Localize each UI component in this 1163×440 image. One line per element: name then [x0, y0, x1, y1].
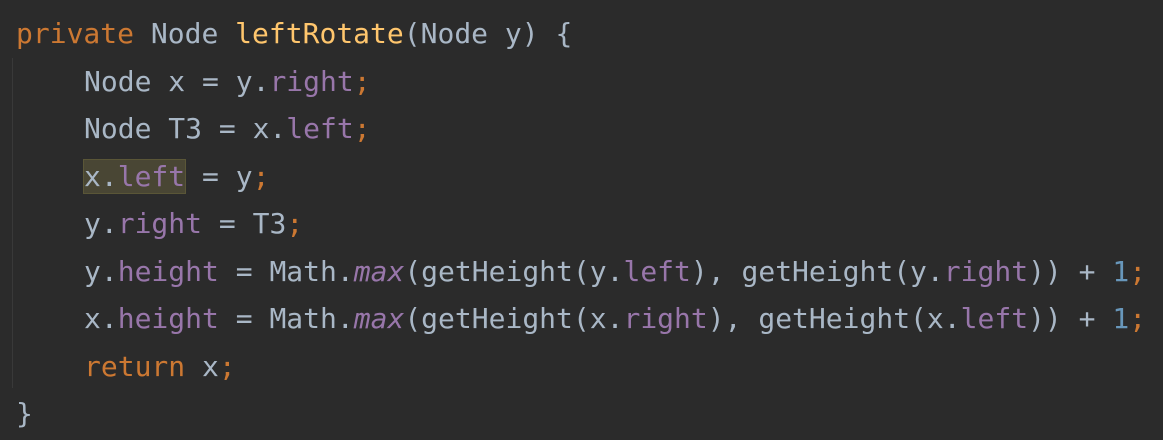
semicolon: ; [353, 64, 371, 98]
code-line-6[interactable]: y.height = Math.max(getHeight(y.left), g… [16, 248, 1146, 296]
return-type: Node [150, 17, 219, 50]
keyword-private: private [16, 17, 135, 50]
field-ref: left [623, 254, 691, 288]
code-block[interactable]: private Node leftRotate(Node y) { Node x… [16, 10, 1146, 438]
code-text: )) + [1028, 254, 1113, 288]
field-ref: right [623, 302, 708, 335]
field-ref: right [269, 64, 354, 98]
semicolon: ; [353, 112, 371, 145]
semicolon: ; [286, 207, 304, 240]
code-text: x. [84, 159, 118, 193]
code-line-1[interactable]: private Node leftRotate(Node y) { [16, 10, 1146, 58]
keyword-return: return [84, 349, 186, 383]
field-ref: right [943, 254, 1029, 288]
semicolon: ; [218, 349, 236, 383]
number-literal: 1 [1112, 302, 1130, 335]
field-ref: left [286, 112, 354, 145]
code-text: Node T3 = x. [84, 112, 287, 145]
static-method-max: max [353, 254, 405, 288]
code-text: x. [84, 302, 118, 335]
field-ref: height [117, 302, 219, 335]
code-text: )) + [1028, 302, 1113, 335]
field-ref: left [117, 159, 186, 193]
field-ref: left [960, 302, 1029, 335]
code-text: = Math. [218, 302, 354, 335]
highlighted-expression: x.left [82, 158, 187, 194]
code-text: x [185, 349, 219, 383]
method-name: leftRotate [235, 17, 404, 50]
semicolon: ; [1129, 302, 1147, 335]
field-ref: right [117, 207, 203, 240]
code-text: ), getHeight(x. [707, 302, 961, 335]
code-text: = T3 [202, 207, 287, 240]
code-line-3[interactable]: Node T3 = x.left; [16, 105, 1146, 153]
code-line-2[interactable]: Node x = y.right; [16, 58, 1146, 106]
static-method-max: max [353, 302, 405, 335]
code-line-8[interactable]: return x; [16, 343, 1146, 391]
code-text: (getHeight(x. [404, 302, 624, 335]
semicolon: ; [252, 159, 270, 193]
code-text: y. [84, 207, 118, 240]
code-text: ), getHeight(y. [690, 254, 944, 288]
code-text: = y [185, 159, 253, 193]
code-text: = Math. [218, 254, 354, 288]
closing-brace: } [16, 397, 33, 430]
code-line-5[interactable]: y.right = T3; [16, 200, 1146, 248]
code-line-7[interactable]: x.height = Math.max(getHeight(x.right), … [16, 295, 1146, 343]
code-text: y. [84, 254, 118, 288]
code-text: (getHeight(y. [404, 254, 624, 288]
code-line-4[interactable]: x.left = y; [16, 153, 1146, 201]
number-literal: 1 [1112, 254, 1130, 288]
semicolon: ; [1129, 254, 1147, 288]
code-editor[interactable]: private Node leftRotate(Node y) { Node x… [0, 0, 1163, 440]
indent-guide [12, 58, 13, 388]
code-text: Node x = y. [84, 64, 270, 98]
method-signature: (Node y) { [403, 17, 573, 50]
code-line-9[interactable]: } [16, 390, 1146, 438]
field-ref: height [117, 254, 219, 288]
